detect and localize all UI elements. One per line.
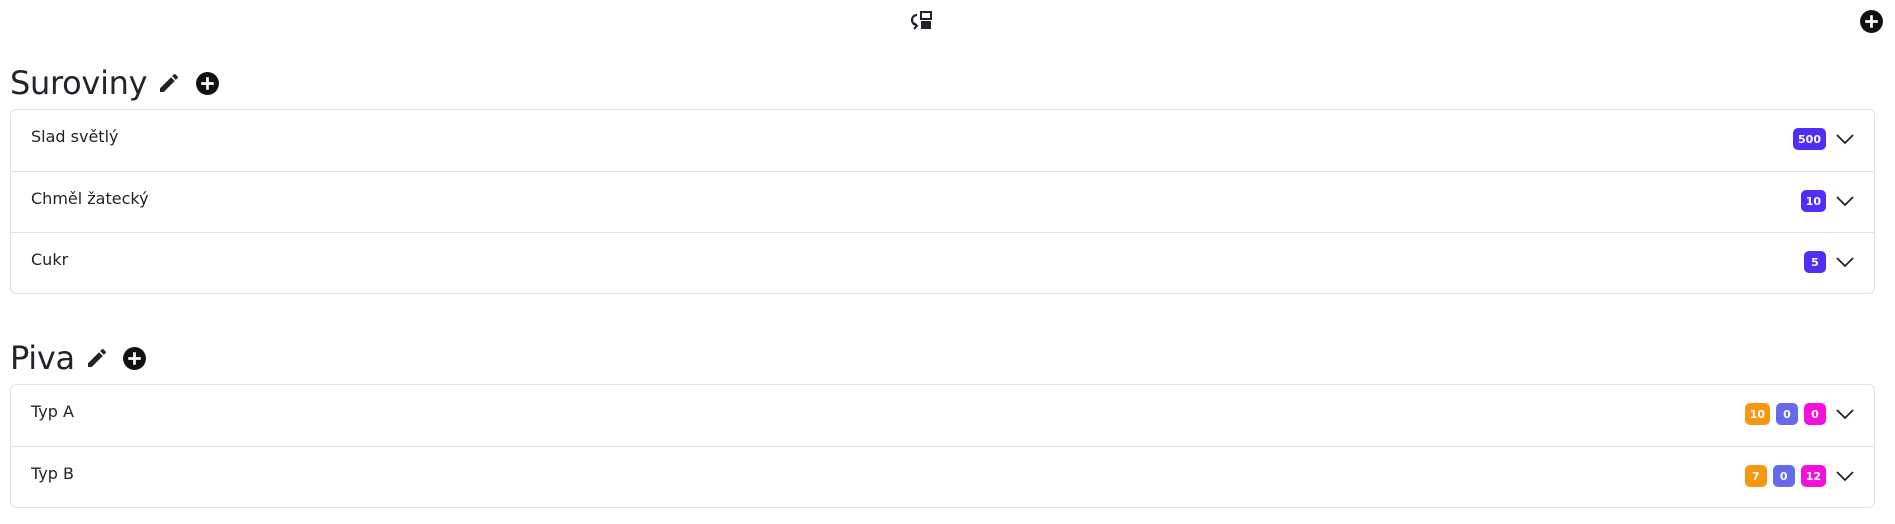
plus-circle-icon[interactable] — [121, 344, 149, 372]
blue-badge: 0 — [1772, 465, 1795, 487]
item-badges: 10 0 0 — [1744, 403, 1856, 425]
section-header: Piva — [10, 336, 1875, 380]
section-title: Suroviny — [10, 64, 148, 102]
chevron-down-icon[interactable] — [1834, 251, 1856, 273]
magenta-badge: 12 — [1800, 465, 1826, 487]
chevron-down-icon[interactable] — [1834, 128, 1856, 150]
item-label: Cukr — [31, 250, 69, 269]
list-item[interactable]: Chměl žatecký 10 — [11, 171, 1874, 232]
item-label: Chměl žatecký — [31, 189, 149, 208]
section-header: Suroviny — [10, 61, 1875, 105]
section-suroviny: Suroviny Slad světlý 500 Chměl žatecký 1… — [10, 61, 1875, 294]
item-badges: 7 0 12 — [1744, 465, 1856, 487]
section-piva: Piva Typ A 10 0 0 Typ B 7 0 12 — [10, 336, 1875, 508]
pencil-icon[interactable] — [155, 69, 183, 97]
list-item[interactable]: Slad světlý 500 — [11, 110, 1874, 171]
chevron-down-icon[interactable] — [1834, 403, 1856, 425]
item-label: Slad světlý — [31, 127, 119, 146]
section-title: Piva — [10, 339, 75, 377]
list-item[interactable]: Typ A 10 0 0 — [11, 385, 1874, 446]
plus-circle-icon[interactable] — [193, 69, 221, 97]
list-item[interactable]: Cukr 5 — [11, 232, 1874, 293]
top-bar — [0, 0, 1895, 40]
item-label: Typ A — [31, 402, 74, 421]
item-badges: 500 — [1793, 128, 1856, 150]
orange-badge: 10 — [1744, 403, 1770, 425]
chevron-down-icon[interactable] — [1834, 465, 1856, 487]
chevron-down-icon[interactable] — [1834, 190, 1856, 212]
accordion-list: Typ A 10 0 0 Typ B 7 0 12 — [10, 384, 1875, 508]
accordion-list: Slad světlý 500 Chměl žatecký 10 Cukr 5 — [10, 109, 1875, 294]
orange-badge: 7 — [1744, 465, 1767, 487]
list-item[interactable]: Typ B 7 0 12 — [11, 446, 1874, 507]
item-label: Typ B — [31, 464, 74, 483]
quantity-badge: 10 — [1800, 190, 1826, 212]
blue-badge: 0 — [1776, 403, 1798, 425]
layout-toggle-icon[interactable] — [908, 10, 934, 32]
plus-circle-icon[interactable] — [1859, 9, 1884, 34]
item-badges: 5 — [1804, 251, 1856, 273]
quantity-badge: 5 — [1804, 251, 1826, 273]
item-badges: 10 — [1800, 190, 1856, 212]
magenta-badge: 0 — [1804, 403, 1826, 425]
quantity-badge: 500 — [1793, 128, 1826, 150]
pencil-icon[interactable] — [83, 344, 111, 372]
